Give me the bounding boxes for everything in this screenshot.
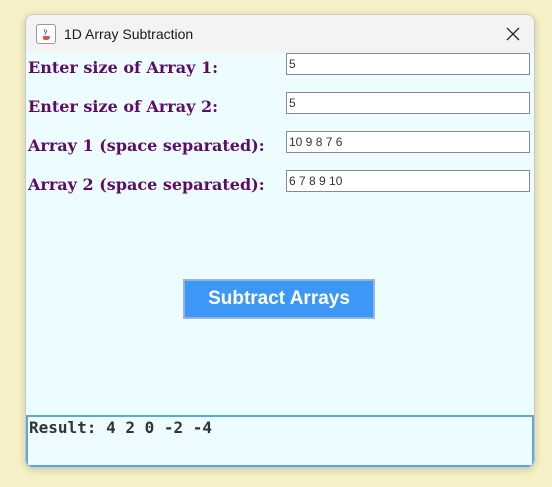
array2-input[interactable]	[286, 170, 530, 192]
array2-label: Array 2 (space separated):	[28, 175, 265, 194]
close-button[interactable]	[498, 19, 528, 49]
size1-label: Enter size of Array 1:	[28, 58, 218, 77]
close-icon	[506, 27, 520, 41]
array1-input[interactable]	[286, 131, 530, 153]
result-area[interactable]: Result: 4 2 0 -2 -4	[26, 415, 534, 467]
subtract-arrays-button[interactable]: Subtract Arrays	[183, 279, 375, 319]
size1-input[interactable]	[286, 53, 530, 75]
size2-label: Enter size of Array 2:	[28, 97, 218, 116]
array1-label: Array 1 (space separated):	[28, 136, 265, 155]
title-bar: 1D Array Subtraction	[26, 15, 534, 53]
app-window: 1D Array Subtraction Enter size of Array…	[25, 14, 535, 468]
java-icon	[36, 24, 56, 44]
window-title: 1D Array Subtraction	[64, 26, 194, 42]
size2-input[interactable]	[286, 92, 530, 114]
